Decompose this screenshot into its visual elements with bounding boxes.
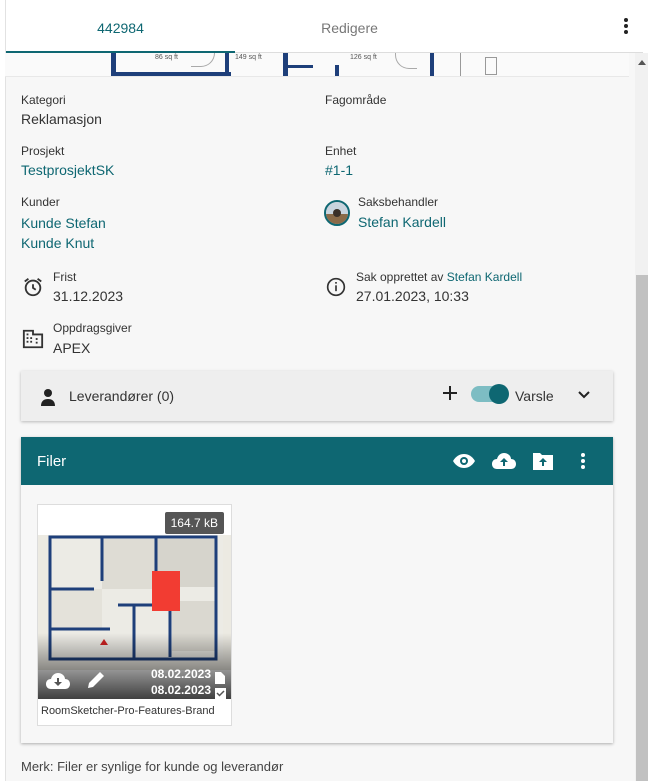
kategori-value: Reklamasjon <box>21 111 102 127</box>
opprettet-by-link[interactable]: Stefan Kardell <box>447 270 522 284</box>
oppdragsgiver-label: Oppdragsgiver <box>53 321 132 335</box>
add-icon[interactable] <box>441 384 459 402</box>
cloud-upload-icon[interactable] <box>491 450 516 472</box>
frist-label: Frist <box>53 270 77 284</box>
avatar[interactable] <box>324 200 350 226</box>
tab-bar: 442984 Redigere <box>6 0 643 53</box>
file-size-badge: 164.7 kB <box>164 512 224 534</box>
notify-label: Varsle <box>515 388 554 404</box>
edit-icon[interactable] <box>86 670 106 695</box>
chevron-down-icon[interactable] <box>577 387 591 401</box>
saksbehandler-link[interactable]: Stefan Kardell <box>358 214 446 230</box>
opprettet-label-text: Sak opprettet av <box>356 270 444 284</box>
prosjekt-link[interactable]: TestprosjektSK <box>21 162 114 178</box>
info-icon <box>326 277 346 302</box>
tab-case-id[interactable]: 442984 <box>6 0 235 53</box>
files-title: Filer <box>37 453 67 470</box>
scrollbar[interactable] <box>635 53 648 781</box>
checkbox-icon <box>215 686 226 699</box>
notify-toggle[interactable] <box>471 384 509 404</box>
file-thumbnail[interactable]: 164.7 kB 08.02.2023 08.02.2023 <box>38 505 231 699</box>
opprettet-label: Sak opprettet av Stefan Kardell <box>356 270 522 284</box>
room-area-label: 86 sq ft <box>155 54 178 61</box>
building-icon <box>22 328 44 355</box>
kunde-link[interactable]: Kunde Knut <box>21 235 94 251</box>
scroll-up-arrow[interactable] <box>638 60 646 65</box>
saksbehandler-label: Saksbehandler <box>358 195 439 209</box>
eye-icon[interactable] <box>452 450 476 472</box>
suppliers-title: Leverandører (0) <box>69 388 175 404</box>
oppdragsgiver-value: APEX <box>53 340 91 356</box>
fagomrade-label: Fagområde <box>325 93 387 107</box>
folder-upload-icon[interactable] <box>531 450 555 472</box>
tab-edit[interactable]: Redigere <box>235 0 464 53</box>
room-area-label: 126 sq ft <box>350 54 377 61</box>
prosjekt-label: Prosjekt <box>21 144 65 158</box>
scrollbar-thumb[interactable] <box>636 275 648 781</box>
floorplan-image-strip: 86 sq ft 149 sq ft 126 sq ft <box>5 53 629 77</box>
person-icon <box>39 387 57 412</box>
files-visibility-note: Merk: Filer er synlige for kunde og leve… <box>21 759 284 774</box>
files-header: Filer <box>21 437 613 485</box>
kunde-link[interactable]: Kunde Stefan <box>21 215 106 231</box>
alarm-clock-icon <box>22 276 44 303</box>
more-vert-icon[interactable] <box>579 450 587 472</box>
opprettet-value: 27.01.2023, 10:33 <box>356 288 469 304</box>
room-area-label: 149 sq ft <box>235 54 262 61</box>
kategori-label: Kategori <box>21 93 66 107</box>
frist-value: 31.12.2023 <box>53 288 124 304</box>
file-name: RoomSketcher-Pro-Features-Brand <box>41 705 215 717</box>
suppliers-panel[interactable]: Leverandører (0) Varsle <box>21 371 613 421</box>
file-date-created: 08.02.2023 <box>150 683 211 697</box>
more-vert-icon[interactable] <box>616 16 636 40</box>
enhet-label: Enhet <box>325 144 357 158</box>
files-panel: Filer 164.7 kB 08.02.2023 08.02.2023 Roo… <box>21 437 613 743</box>
download-icon[interactable] <box>46 671 70 696</box>
kunder-label: Kunder <box>21 195 60 209</box>
enhet-link[interactable]: #1-1 <box>325 162 353 178</box>
file-card[interactable]: 164.7 kB 08.02.2023 08.02.2023 RoomSketc… <box>37 504 232 726</box>
file-date-modified: 08.02.2023 <box>150 667 211 681</box>
